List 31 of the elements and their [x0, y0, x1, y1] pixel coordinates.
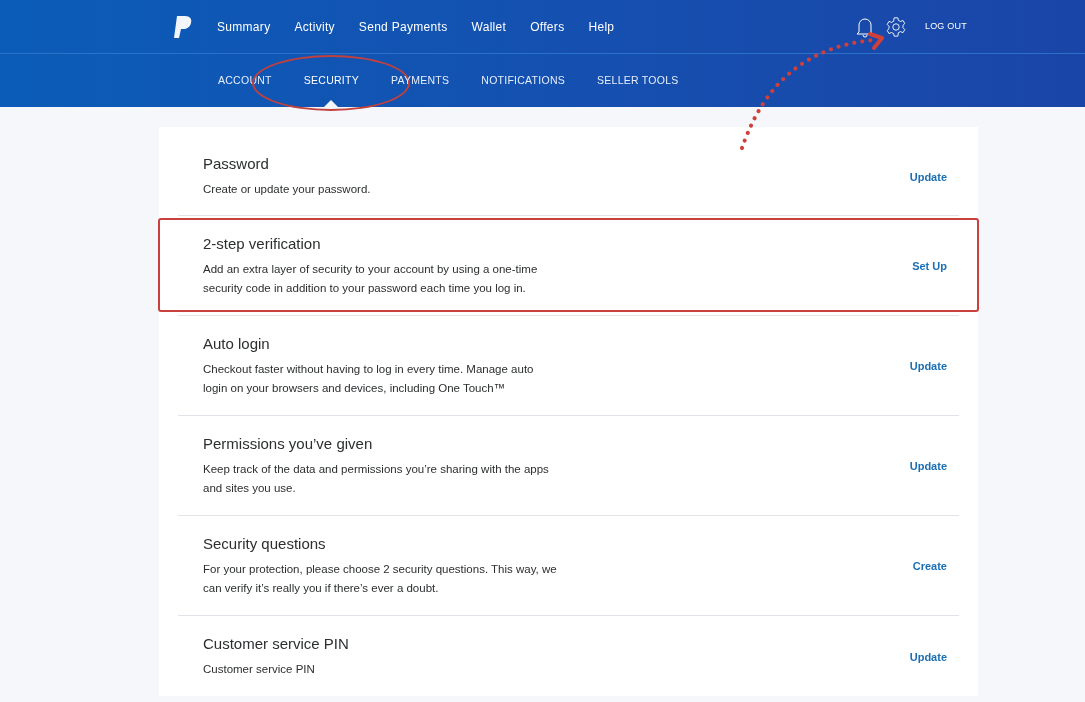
setting-title: Password	[203, 155, 270, 173]
setting-action-link[interactable]: Set Up	[912, 258, 947, 275]
nav-link[interactable]: Help	[588, 17, 615, 36]
setting-action-link[interactable]: Update	[909, 648, 947, 666]
settings-tab[interactable]: SECURITY	[303, 54, 359, 107]
setting-description: Checkout faster without having to log in every time. Manage auto login on your browsers and devices, including One Touch™	[203, 362, 535, 396]
settings-tab[interactable]: SELLER TOOLS	[597, 54, 679, 107]
logo-icon[interactable]	[173, 14, 193, 39]
setting-title: Customer service PIN	[203, 635, 350, 653]
setting-description: For your protection, please choose 2 security questions. This way, we can verify it’s really you if there’s ever a doubt.	[203, 562, 558, 596]
setting-action-link[interactable]: Update	[909, 458, 947, 475]
bell-icon[interactable]	[854, 15, 875, 38]
nav-link[interactable]: Wallet	[471, 17, 507, 36]
setting-description: Add an extra layer of security to your account by using a one-time security code in addition to your password each time you log in.	[203, 262, 539, 296]
setting-action-link[interactable]: Create	[912, 558, 947, 575]
setting-title: 2-step verification	[203, 235, 322, 253]
nav-link[interactable]: Offers	[530, 17, 565, 36]
setting-description: Customer service PIN	[203, 662, 316, 677]
setting-title: Permissions you’ve given	[203, 435, 374, 453]
setting-title: Security questions	[203, 535, 327, 553]
setting-title: Auto login	[203, 335, 271, 353]
setting-description: Create or update your password.	[203, 182, 372, 197]
setting-action-link[interactable]: Update	[909, 168, 947, 186]
nav-link[interactable]: Activity	[294, 17, 335, 36]
logout-link[interactable]: LOG OUT	[924, 19, 967, 34]
setting-action-link[interactable]: Update	[909, 358, 947, 375]
settings-tab[interactable]: NOTIFICATIONS	[481, 54, 565, 107]
setting-description: Keep track of the data and permissions you’re sharing with the apps and sites you use.	[203, 462, 550, 496]
settings-icon[interactable]	[884, 15, 907, 38]
nav-link[interactable]: Send Payments	[358, 17, 448, 36]
nav-link[interactable]: Summary	[217, 17, 271, 36]
